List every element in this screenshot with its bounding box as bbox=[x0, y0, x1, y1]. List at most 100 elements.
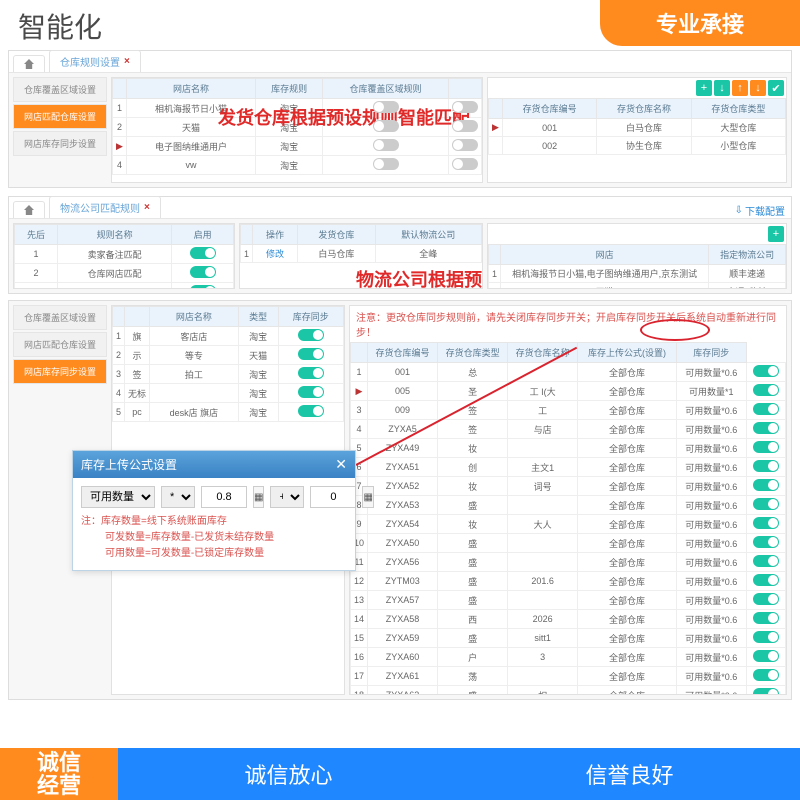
toggle[interactable] bbox=[753, 574, 779, 586]
table-row[interactable]: 1旗客店店淘宝 bbox=[113, 327, 344, 346]
toggle[interactable] bbox=[753, 650, 779, 662]
tab-active-b[interactable]: 物流公司匹配规则 × bbox=[49, 196, 161, 218]
add-button[interactable]: + bbox=[696, 80, 712, 96]
table-row[interactable]: 2天猫淘宝 bbox=[113, 118, 482, 137]
sidebar-item-sync-c[interactable]: 网店库存同步设置 bbox=[13, 359, 107, 384]
table-row[interactable]: 1相机海报节日小猫淘宝 bbox=[113, 99, 482, 118]
toggle[interactable] bbox=[373, 158, 399, 170]
toggle[interactable] bbox=[753, 479, 779, 491]
val2-input[interactable] bbox=[310, 486, 356, 508]
table-row[interactable]: 6ZYXA51创主文1全部仓库可用数量*0.6 bbox=[351, 458, 786, 477]
toggle[interactable] bbox=[190, 266, 216, 278]
table-row[interactable]: 2仓库网店匹配 bbox=[15, 264, 234, 283]
table-row[interactable]: ▶005圣工 I(大全部仓库可用数量*1 bbox=[351, 382, 786, 401]
table-row[interactable]: 1001总全部仓库可用数量*0.6 bbox=[351, 363, 786, 382]
toggle[interactable] bbox=[373, 139, 399, 151]
toggle[interactable] bbox=[753, 555, 779, 567]
qty-basis-select[interactable]: 可用数量 bbox=[81, 486, 155, 508]
table-row[interactable]: 1卖家备注匹配 bbox=[15, 245, 234, 264]
home-icon bbox=[24, 205, 34, 215]
toggle[interactable] bbox=[452, 101, 478, 113]
toggle[interactable] bbox=[753, 631, 779, 643]
toggle[interactable] bbox=[753, 517, 779, 529]
table-row[interactable]: ▶电子图纳维通用户淘宝 bbox=[113, 137, 482, 156]
table-row[interactable]: 1修改白马仓库全峰 bbox=[241, 245, 482, 263]
table-row[interactable]: 14ZYXA58西2026全部仓库可用数量*0.6 bbox=[351, 610, 786, 629]
table-row[interactable]: 2天猫申通e物流 bbox=[489, 283, 786, 290]
toggle[interactable] bbox=[753, 403, 779, 415]
tab-active-a[interactable]: 仓库规则设置 × bbox=[49, 50, 141, 72]
table-row[interactable]: 2示等专天猫 bbox=[113, 346, 344, 365]
toggle[interactable] bbox=[753, 422, 779, 434]
table-row[interactable]: 3签拍工淘宝 bbox=[113, 365, 344, 384]
table-row[interactable]: 4vw淘宝 bbox=[113, 156, 482, 175]
toggle[interactable] bbox=[190, 247, 216, 259]
download-button[interactable]: ↓ bbox=[714, 80, 730, 96]
close-icon[interactable]: × bbox=[144, 202, 150, 213]
table-row[interactable]: 4ZYXA5签与店全部仓库可用数量*0.6 bbox=[351, 420, 786, 439]
toggle[interactable] bbox=[753, 669, 779, 681]
calc-icon[interactable]: ▦ bbox=[253, 486, 264, 508]
table-row[interactable]: 9ZYXA54妆大人全部仓库可用数量*0.6 bbox=[351, 515, 786, 534]
table-row[interactable]: 15ZYXA59盛sitt1全部仓库可用数量*0.6 bbox=[351, 629, 786, 648]
table-row[interactable]: 16ZYXA60户3全部仓库可用数量*0.6 bbox=[351, 648, 786, 667]
tab-home-b[interactable] bbox=[13, 201, 45, 218]
toggle[interactable] bbox=[298, 386, 324, 398]
table-row[interactable]: 17ZYXA61荡全部仓库可用数量*0.6 bbox=[351, 667, 786, 686]
table-row[interactable]: 12ZYTM03盛201.6全部仓库可用数量*0.6 bbox=[351, 572, 786, 591]
toggle[interactable] bbox=[753, 612, 779, 624]
table-row[interactable]: 002协生仓库小型仓库 bbox=[489, 137, 786, 155]
toggle[interactable] bbox=[753, 441, 779, 453]
sidebar-item-sync[interactable]: 网店库存同步设置 bbox=[13, 131, 107, 156]
toggle[interactable] bbox=[452, 120, 478, 132]
toggle[interactable] bbox=[753, 536, 779, 548]
calc-icon-2[interactable]: ▦ bbox=[362, 486, 373, 508]
modal-titlebar[interactable]: 库存上传公式设置 ✕ bbox=[73, 451, 355, 478]
toggle[interactable] bbox=[298, 367, 324, 379]
table-row[interactable]: 1相机海报节日小猫,电子图纳维通用户,京东测试顺丰速递 bbox=[489, 265, 786, 283]
toggle[interactable] bbox=[452, 158, 478, 170]
tab-home-a[interactable] bbox=[13, 55, 45, 72]
download-config-link[interactable]: ⇩ 下载配置 bbox=[735, 203, 785, 218]
down-button[interactable]: ↓ bbox=[750, 80, 766, 96]
table-row[interactable]: 11ZYXA56盛全部仓库可用数量*0.6 bbox=[351, 553, 786, 572]
table-row[interactable]: ▶001白马仓库大型仓库 bbox=[489, 119, 786, 137]
sidebar-item-area-c[interactable]: 仓库覆盖区域设置 bbox=[13, 305, 107, 330]
modal-close-icon[interactable]: ✕ bbox=[335, 456, 347, 473]
toggle[interactable] bbox=[753, 593, 779, 605]
table-row[interactable]: 5pcdesk店 旗店淘宝 bbox=[113, 403, 344, 422]
toggle[interactable] bbox=[298, 405, 324, 417]
val1-input[interactable] bbox=[201, 486, 247, 508]
up-button[interactable]: ↑ bbox=[732, 80, 748, 96]
toggle[interactable] bbox=[753, 365, 779, 377]
op2-select[interactable]: + bbox=[270, 486, 304, 508]
toggle[interactable] bbox=[373, 101, 399, 113]
add-row-button[interactable]: + bbox=[768, 226, 784, 242]
sidebar-item-shop-match[interactable]: 网店匹配仓库设置 bbox=[13, 104, 107, 129]
table-row[interactable]: 3仓库区域匹配 bbox=[15, 283, 234, 290]
table-row[interactable]: 8ZYXA53盛全部仓库可用数量*0.6 bbox=[351, 496, 786, 515]
op1-select[interactable]: * bbox=[161, 486, 195, 508]
table-row[interactable]: 4无标淘宝 bbox=[113, 384, 344, 403]
toggle[interactable] bbox=[753, 460, 779, 472]
sidebar-item-shop-c[interactable]: 网店匹配仓库设置 bbox=[13, 332, 107, 357]
toggle[interactable] bbox=[190, 285, 216, 289]
table-row[interactable]: 5ZYXA49妆全部仓库可用数量*0.6 bbox=[351, 439, 786, 458]
home-icon bbox=[24, 59, 34, 69]
table-row[interactable]: 13ZYXA57盛全部仓库可用数量*0.6 bbox=[351, 591, 786, 610]
toggle[interactable] bbox=[373, 120, 399, 132]
toggle[interactable] bbox=[753, 688, 779, 695]
toggle[interactable] bbox=[452, 139, 478, 151]
save-button[interactable]: ✔ bbox=[768, 80, 784, 96]
table-row[interactable]: 7ZYXA52妆词号全部仓库可用数量*0.6 bbox=[351, 477, 786, 496]
formula-modal: 库存上传公式设置 ✕ 可用数量 * ▦ + ▦ 注：库存数量=线下系统账面库存 … bbox=[72, 450, 356, 571]
table-row[interactable]: 10ZYXA50盛全部仓库可用数量*0.6 bbox=[351, 534, 786, 553]
close-icon[interactable]: × bbox=[124, 56, 130, 67]
table-row[interactable]: 18ZYXA62盛相全部仓库可用数量*0.6 bbox=[351, 686, 786, 696]
toggle[interactable] bbox=[298, 348, 324, 360]
toggle[interactable] bbox=[298, 329, 324, 341]
toggle[interactable] bbox=[753, 498, 779, 510]
table-row[interactable]: 3009签工全部仓库可用数量*0.6 bbox=[351, 401, 786, 420]
sidebar-item-area[interactable]: 仓库覆盖区域设置 bbox=[13, 77, 107, 102]
toggle[interactable] bbox=[753, 384, 779, 396]
